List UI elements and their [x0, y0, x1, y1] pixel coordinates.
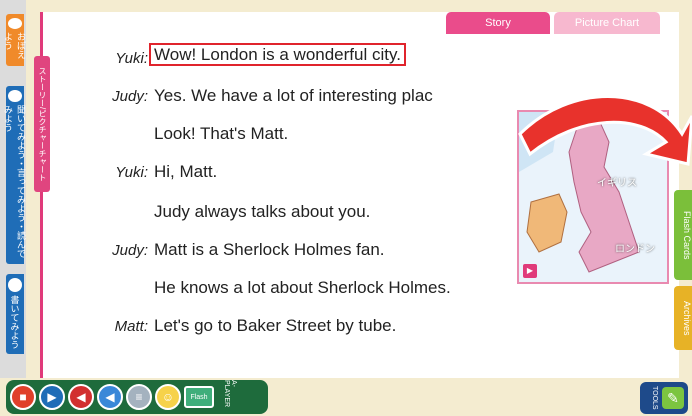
tab-archives[interactable]: Archives	[674, 286, 692, 350]
bottom-toolbar: ■ ▶ ◀ ◀ ≡ ☺ Flash A-PLAYER TOOLS ✎	[0, 378, 692, 416]
speaker-icon[interactable]: ◀	[68, 384, 94, 410]
player-label: A-PLAYER	[223, 380, 237, 408]
tab-story[interactable]: Story	[446, 12, 550, 34]
dialogue-line-highlighted[interactable]: Wow! London is a wonderful city.	[149, 43, 406, 66]
speaker-label: Yuki:	[115, 164, 148, 181]
menu-button[interactable]: ≡	[126, 384, 152, 410]
tools-label: TOOLS	[651, 386, 658, 410]
play-button[interactable]: ▶	[39, 384, 65, 410]
tab-label: 書いてみよう	[9, 295, 20, 349]
tab-oboeyou[interactable]: おぼえよう	[3, 14, 26, 66]
top-tabs: Story Picture Chart	[446, 12, 660, 34]
tab-picture-chart[interactable]: Picture Chart	[554, 12, 660, 34]
tab-label: おぼえよう	[3, 31, 26, 59]
dialogue-line[interactable]: Look! That's Matt.	[154, 124, 288, 144]
speaker-label: Matt:	[114, 318, 148, 335]
pencil-icon: ✎	[662, 387, 684, 409]
volume-icon[interactable]: ◀	[97, 384, 123, 410]
speaker-label: Judy:	[112, 242, 148, 259]
speaker-label: Yuki:	[115, 50, 148, 67]
dialogue-line[interactable]: Matt is a Sherlock Holmes fan.	[154, 240, 385, 260]
left-rail: おぼえよう 聞いてみよう・言ってみよう・読んでみよう 書いてみよう	[0, 0, 26, 384]
highlighted-text[interactable]: Wow! London is a wonderful city.	[149, 43, 406, 66]
dialogue-line[interactable]: Judy always talks about you.	[154, 202, 370, 222]
speaker-label: Judy:	[112, 88, 148, 105]
city-label: ロンドン	[615, 244, 655, 255]
tab-label: 聞いてみよう・言ってみよう・読んでみよう	[3, 105, 26, 259]
character-button[interactable]: ☺	[155, 384, 181, 410]
map-play-button[interactable]: ▶	[523, 264, 537, 278]
dialogue-line[interactable]: He knows a lot about Sherlock Holmes.	[154, 278, 451, 298]
tab-kiite-miyou[interactable]: 聞いてみよう・言ってみよう・読んでみよう	[3, 86, 26, 264]
ear-icon	[8, 90, 22, 103]
stop-button[interactable]: ■	[10, 384, 36, 410]
character-icon	[8, 18, 22, 29]
dialogue-line[interactable]: Yes. We have a lot of interesting plac	[154, 86, 433, 106]
tools-button[interactable]: TOOLS ✎	[640, 382, 688, 414]
tab-kaite-miyou[interactable]: 書いてみよう	[6, 274, 24, 354]
dialogue-line[interactable]: Let's go to Baker Street by tube.	[154, 316, 396, 336]
pencil-icon	[8, 278, 22, 292]
curved-arrow-icon	[518, 95, 692, 166]
flash-card-button[interactable]: Flash	[184, 386, 214, 408]
dialogue-line[interactable]: Hi, Matt.	[154, 162, 217, 182]
tab-flash-cards[interactable]: Flash Cards	[674, 190, 692, 280]
player-controls: ■ ▶ ◀ ◀ ≡ ☺ Flash A-PLAYER	[6, 380, 268, 414]
